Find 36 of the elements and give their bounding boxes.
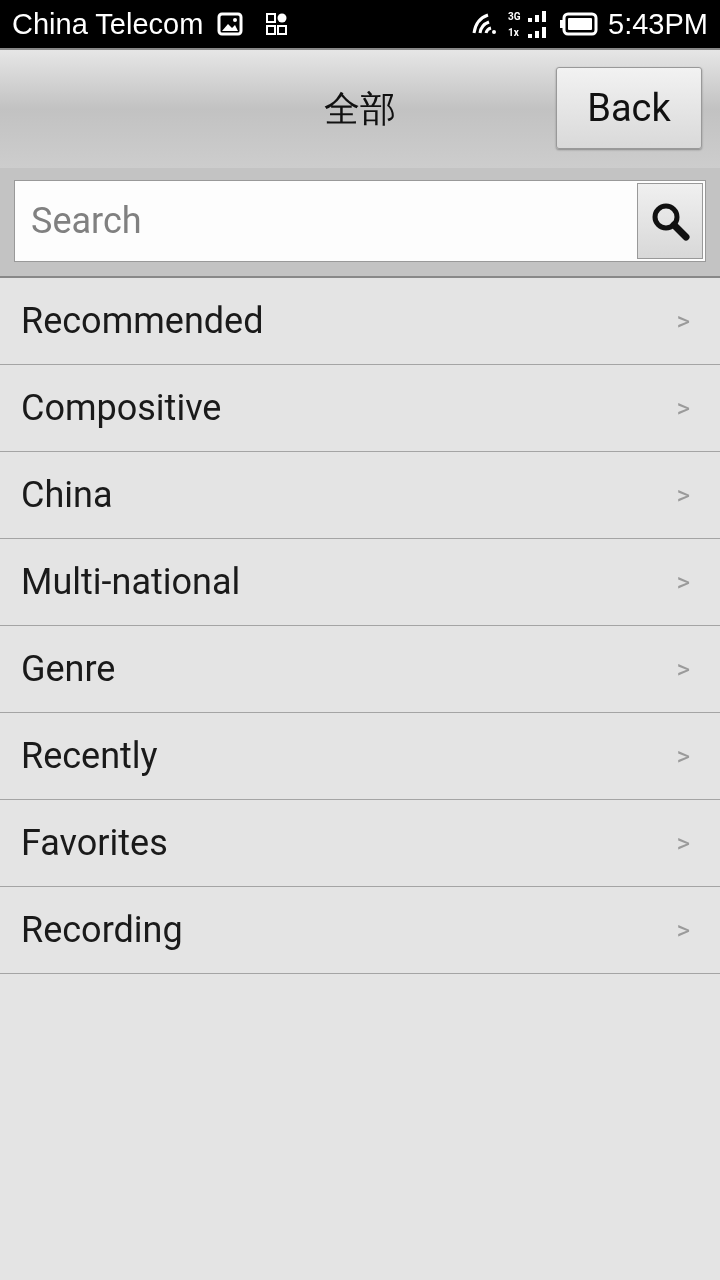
chevron: > <box>676 741 690 771</box>
category-label: Genre <box>21 648 117 690</box>
wifi-icon <box>472 13 499 35</box>
image-icon <box>217 12 244 36</box>
network-type: 1x <box>508 26 520 38</box>
category-label: Multi-national <box>21 561 242 603</box>
category-item[interactable]: China > <box>0 452 720 539</box>
category-label: Recommended <box>21 300 265 342</box>
chevron: > <box>676 828 690 858</box>
chevron: > <box>676 915 690 945</box>
category-item[interactable]: Recording > <box>0 887 720 974</box>
category-label: Recently <box>21 735 159 777</box>
chevron: > <box>676 393 690 423</box>
category-item[interactable]: Genre > <box>0 626 720 713</box>
battery-icon <box>560 12 599 36</box>
chevron: > <box>676 480 690 510</box>
category-label: Compositive <box>21 387 223 429</box>
search-button[interactable] <box>637 183 703 259</box>
carrier-name: China Telecom <box>12 7 204 41</box>
search-field[interactable]: Search <box>14 180 706 262</box>
chevron: > <box>676 654 690 684</box>
category-label: Recording <box>21 909 184 951</box>
category-item[interactable]: Recommended > <box>0 278 720 365</box>
category-label: China <box>21 474 114 516</box>
apps-icon <box>265 12 290 36</box>
category-label: Favorites <box>21 822 169 864</box>
category-item[interactable]: Favorites > <box>0 800 720 887</box>
clock: 5:43PM <box>608 7 708 41</box>
chevron: > <box>676 306 690 336</box>
network-type: 3G <box>508 10 522 22</box>
back-button[interactable]: Back <box>556 67 702 149</box>
page-title: 全部 <box>324 86 396 132</box>
chevron: > <box>676 567 690 597</box>
category-item[interactable]: Multi-national > <box>0 539 720 626</box>
category-item[interactable]: Compositive > <box>0 365 720 452</box>
category-item[interactable]: Recently > <box>0 713 720 800</box>
